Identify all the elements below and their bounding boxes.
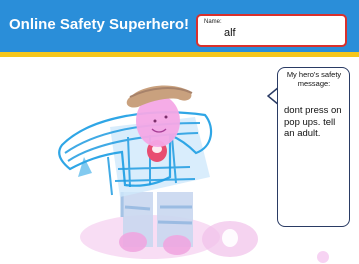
hero-eye-right: [164, 115, 168, 119]
hero-eye-left: [153, 119, 157, 123]
name-field[interactable]: Name: alf: [196, 14, 347, 47]
glow-core: [222, 229, 238, 247]
glow-dot-low: [317, 251, 329, 263]
speech-bubble: My hero's safety message: dont press on …: [277, 67, 350, 227]
page-title: Online Safety Superhero!: [9, 16, 190, 33]
name-input-value[interactable]: alf: [224, 27, 236, 39]
hero-left-boot: [119, 232, 147, 252]
name-label: Name:: [204, 19, 222, 25]
hero-right-boot: [163, 235, 191, 255]
speech-bubble-heading: My hero's safety message:: [286, 70, 342, 88]
safety-message-text[interactable]: dont press on pop ups. tell an adult.: [284, 105, 348, 140]
